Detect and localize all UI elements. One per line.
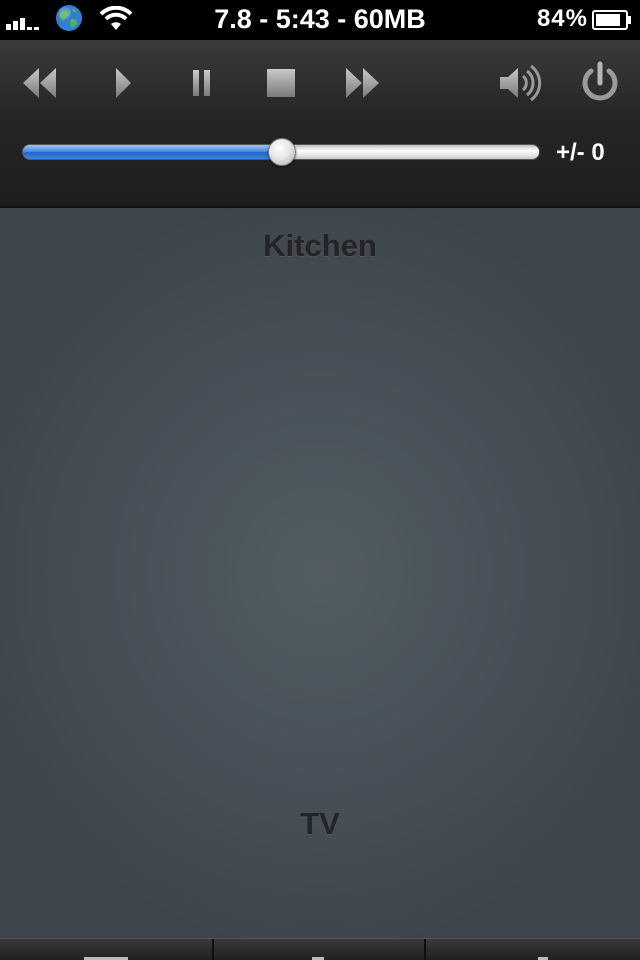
signal-bars-icon [6, 12, 50, 30]
control-panel: +/- 0 [0, 40, 640, 208]
power-button[interactable] [575, 58, 625, 108]
play-button[interactable] [98, 58, 148, 108]
volume-offset-label: +/- 0 [556, 139, 605, 166]
tab-3[interactable] [424, 939, 640, 960]
battery-icon [592, 10, 631, 30]
power-icon [582, 61, 618, 101]
fast-forward-icon [346, 68, 379, 98]
battery-percent: 84% [536, 5, 588, 32]
pause-icon [193, 70, 210, 96]
pause-button[interactable] [176, 58, 226, 108]
tab-bar [0, 938, 640, 960]
volume-slider[interactable] [22, 138, 540, 166]
app-screen: 7.8 - 5:43 - 60MB 84% +/- 0 Kitchen TV [0, 0, 640, 960]
volume-slider-thumb[interactable] [268, 138, 296, 166]
zone-area[interactable]: Kitchen TV [0, 208, 640, 938]
play-icon [116, 68, 131, 98]
stop-icon [267, 69, 295, 97]
status-bar: 7.8 - 5:43 - 60MB 84% [0, 0, 640, 40]
status-center-text: 7.8 - 5:43 - 60MB [214, 4, 426, 34]
speaker-icon [500, 64, 542, 102]
tab-1[interactable] [0, 939, 212, 960]
globe-icon [56, 5, 82, 31]
volume-slider-fill [23, 145, 282, 159]
volume-button[interactable] [494, 58, 544, 108]
zone-label-top[interactable]: Kitchen [0, 228, 640, 264]
rewind-button[interactable] [14, 58, 64, 108]
tab-2[interactable] [212, 939, 426, 960]
rewind-icon [23, 68, 56, 98]
fast-forward-button[interactable] [338, 58, 388, 108]
zone-label-bottom[interactable]: TV [0, 806, 640, 842]
stop-button[interactable] [256, 58, 306, 108]
